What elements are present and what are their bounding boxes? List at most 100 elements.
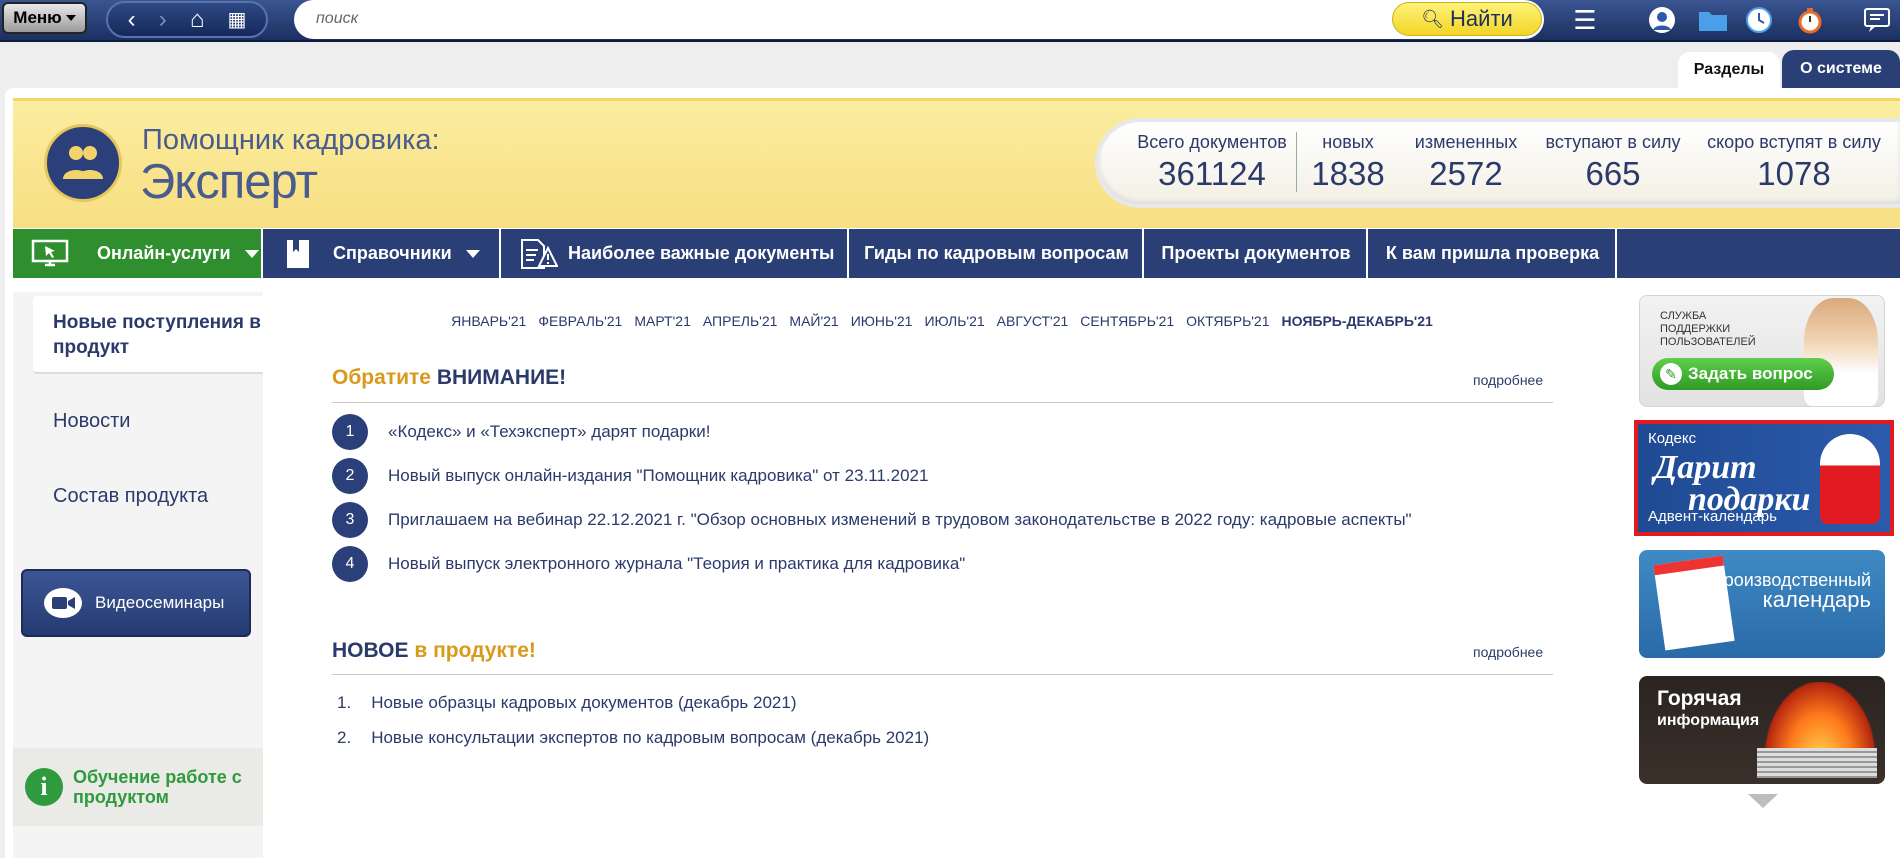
stat-label: вступают в силу (1545, 132, 1681, 152)
ask-question-button[interactable]: ✎ Задать вопрос (1652, 358, 1834, 390)
stat-effective[interactable]: вступают в силу 665 (1544, 132, 1682, 193)
month-link[interactable]: ЯНВАРЬ'21 (451, 313, 526, 329)
book-icon (287, 239, 309, 268)
stat-soon-effective[interactable]: скоро вступят в силу 1078 (1704, 132, 1884, 193)
hamburger-icon[interactable]: ☰ (1568, 4, 1602, 36)
warning-document-icon (521, 238, 558, 269)
search-icon: 🔍︎ (1421, 8, 1445, 29)
hot-info-title: Горячая информация (1657, 688, 1759, 732)
training-link[interactable]: i Обучение работе с продуктом (13, 748, 263, 826)
tab-sections[interactable]: Разделы (1678, 52, 1780, 88)
info-icon: i (25, 768, 63, 806)
navigation-controls: ‹ › ⌂ ▦ (106, 1, 268, 38)
title-part: Обратите (332, 366, 431, 389)
monitor-cursor-icon (31, 239, 69, 266)
month-link[interactable]: ОКТЯБРЬ'21 (1186, 313, 1269, 329)
stat-label: измененных (1414, 132, 1518, 152)
new-in-product-more-link[interactable]: подробнее (1473, 644, 1543, 660)
production-calendar-banner[interactable]: Производственный календарь (1639, 550, 1885, 658)
list-item[interactable]: 1 «Кодекс» и «Техэксперт» дарят подарки! (332, 414, 710, 450)
list-item[interactable]: 2. Новые консультации экспертов по кадров… (337, 728, 929, 748)
menu-button[interactable]: Меню (2, 2, 87, 34)
tab-about[interactable]: О системе (1782, 50, 1900, 88)
item-text: Приглашаем на вебинар 22.12.2021 г. "Обз… (388, 510, 1412, 529)
month-link[interactable]: ФЕВРАЛЬ'21 (538, 313, 622, 329)
nav-label: Наиболее важные документы (568, 243, 835, 263)
stat-divider (1296, 132, 1297, 192)
stat-changed[interactable]: измененных 2572 (1408, 132, 1524, 193)
nav-label: Проекты документов (1161, 243, 1351, 263)
comment-icon[interactable] (1860, 4, 1894, 36)
sidebar-item-composition[interactable]: Состав продукта (53, 485, 208, 508)
grid-icon[interactable]: ▦ (227, 10, 246, 30)
back-icon[interactable]: ‹ (128, 7, 136, 32)
list-item[interactable]: 1. Новые образцы кадровых документов (дек… (337, 693, 797, 713)
ask-label: Задать вопрос (1688, 364, 1813, 383)
stat-value: 665 (1585, 155, 1641, 192)
title-line: Горячая (1657, 687, 1742, 710)
list-item[interactable]: 4 Новый выпуск электронного журнала "Теор… (332, 546, 965, 582)
product-title-line2: Эксперт (140, 155, 318, 209)
month-link[interactable]: АВГУСТ'21 (997, 313, 1069, 329)
month-link[interactable]: МАЙ'21 (789, 313, 838, 329)
kodeks-label: Кодекс (1648, 430, 1697, 447)
nav-label: К вам пришла проверка (1385, 243, 1600, 263)
item-text: Новый выпуск электронного журнала "Теори… (388, 554, 966, 573)
month-link[interactable]: ИЮНЬ'21 (851, 313, 913, 329)
nav-online-services[interactable]: Онлайн-услуги (13, 229, 263, 278)
stat-total[interactable]: Всего документов 361124 (1134, 132, 1290, 193)
nav-label: Справочники (333, 243, 452, 263)
menu-label: Меню (13, 8, 62, 27)
product-title-line1: Помощник кадровика: (142, 124, 440, 156)
list-item[interactable]: 3 Приглашаем на вебинар 22.12.2021 г. "Об… (332, 502, 1412, 538)
month-link-active[interactable]: НОЯБРЬ-ДЕКАБРЬ'21 (1282, 313, 1433, 329)
stat-label: новых (1322, 132, 1374, 152)
support-text: СЛУЖБА ПОДДЕРЖКИ ПОЛЬЗОВАТЕЛЕЙ (1660, 310, 1756, 348)
hot-info-banner[interactable]: Горячая информация (1639, 676, 1885, 784)
item-number: 3 (332, 502, 368, 538)
product-logo (44, 124, 122, 202)
stat-value: 1078 (1757, 155, 1831, 192)
search-box (294, 0, 1544, 39)
stopwatch-icon[interactable] (1793, 4, 1827, 36)
list-item[interactable]: 2 Новый выпуск онлайн-издания "Помощник к… (332, 458, 928, 494)
scroll-down-icon[interactable] (1748, 794, 1778, 808)
advent-calendar-banner[interactable]: Кодекс Дарит подарки Адвент-календарь (1634, 420, 1894, 536)
new-in-product-title: НОВОЕ в продукте! (332, 639, 536, 663)
attention-more-link[interactable]: подробнее (1473, 372, 1543, 388)
find-button[interactable]: 🔍︎ Найти (1392, 2, 1542, 36)
santa-image (1820, 434, 1880, 524)
newspapers-image (1757, 748, 1877, 778)
nav-document-projects[interactable]: Проекты документов (1146, 229, 1368, 278)
month-link[interactable]: МАРТ'21 (634, 313, 691, 329)
home-icon[interactable]: ⌂ (190, 7, 205, 32)
gifts-line: Дарит (1654, 449, 1757, 486)
chevron-down-icon (65, 15, 76, 21)
stat-new[interactable]: новых 1838 (1306, 132, 1390, 193)
nav-handbooks[interactable]: Справочники (265, 229, 501, 278)
item-text: Новые консультации экспертов по кадровым… (371, 728, 930, 747)
support-banner[interactable]: СЛУЖБА ПОДДЕРЖКИ ПОЛЬЗОВАТЕЛЕЙ ✎ Задать в… (1639, 295, 1885, 407)
video-seminars-label: Видеосеминары (95, 593, 225, 612)
month-link[interactable]: ИЮЛЬ'21 (924, 313, 984, 329)
chevron-down-icon (465, 249, 480, 258)
divider (332, 674, 1553, 675)
forward-icon[interactable]: › (159, 7, 167, 32)
nav-important-documents[interactable]: Наиболее важные документы (502, 229, 849, 278)
month-link[interactable]: СЕНТЯБРЬ'21 (1080, 313, 1174, 329)
clock-icon[interactable] (1742, 4, 1776, 36)
user-icon[interactable] (1645, 4, 1679, 36)
nav-inspection[interactable]: К вам пришла проверка (1370, 229, 1617, 278)
title-line: информация (1657, 712, 1760, 729)
sidebar-item-news[interactable]: Новости (53, 410, 130, 433)
item-number: 2. (337, 728, 352, 747)
attention-title: Обратите ВНИМАНИЕ! (332, 366, 566, 390)
stat-value: 1838 (1311, 155, 1385, 192)
search-input[interactable] (316, 8, 1116, 30)
month-link[interactable]: АПРЕЛЬ'21 (703, 313, 778, 329)
nav-hr-guides[interactable]: Гиды по кадровым вопросам (851, 229, 1144, 278)
folder-icon[interactable] (1696, 4, 1730, 36)
video-seminars-button[interactable]: Видеосеминары (21, 569, 251, 637)
find-label: Найти (1450, 6, 1513, 31)
stat-label: Всего документов (1137, 132, 1287, 152)
